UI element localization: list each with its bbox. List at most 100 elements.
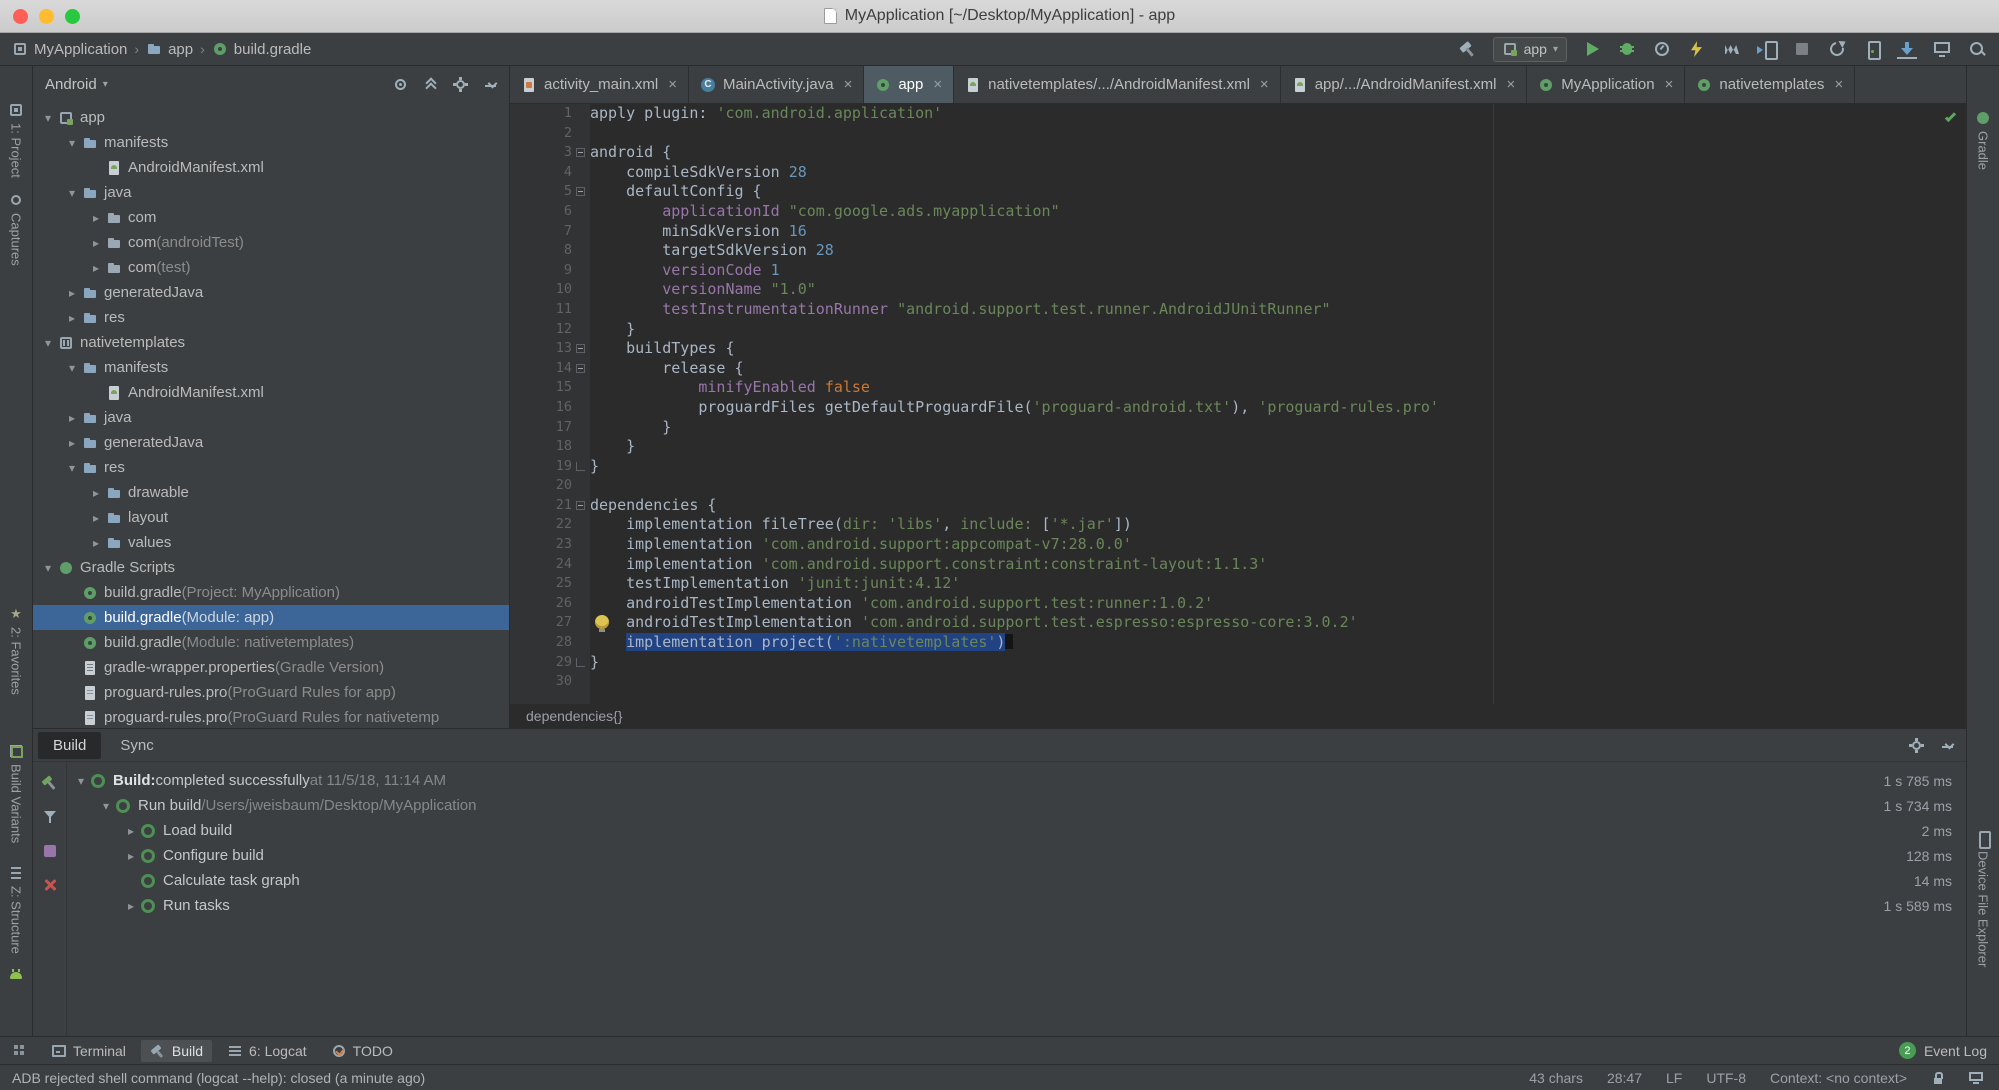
tree-item-drawable[interactable]: ▸ drawable bbox=[33, 480, 509, 505]
code-line[interactable]: 23 implementation 'com.android.support:a… bbox=[510, 535, 1966, 555]
code-line[interactable]: 18 } bbox=[510, 437, 1966, 457]
tree-item-generatedjava[interactable]: ▸ generatedJava bbox=[33, 280, 509, 305]
gear-icon[interactable] bbox=[452, 76, 469, 93]
code-line[interactable]: 5 defaultConfig { bbox=[510, 182, 1966, 202]
breadcrumb-item-myapplication[interactable]: MyApplication bbox=[12, 41, 127, 58]
instant-run-icon[interactable] bbox=[1687, 39, 1707, 59]
minimize-window-button[interactable] bbox=[39, 8, 54, 24]
tree-item-res[interactable]: ▾ res bbox=[33, 455, 509, 480]
tool-window-switcher-icon[interactable] bbox=[12, 1043, 28, 1059]
tree-chevron-icon[interactable]: ▾ bbox=[63, 186, 81, 200]
build-chevron-icon[interactable]: ▾ bbox=[96, 799, 116, 813]
line-separator[interactable]: LF bbox=[1666, 1070, 1682, 1086]
event-log-button[interactable]: 2 Event Log bbox=[1898, 1042, 1987, 1059]
tree-chevron-icon[interactable]: ▸ bbox=[87, 536, 105, 550]
tree-chevron-icon[interactable]: ▸ bbox=[63, 436, 81, 450]
tree-chevron-icon[interactable]: ▸ bbox=[63, 411, 81, 425]
code-line[interactable]: 1 apply plugin: 'com.android.application' bbox=[510, 104, 1966, 124]
tree-item-generatedjava[interactable]: ▸ generatedJava bbox=[33, 430, 509, 455]
tree-item-java[interactable]: ▾ java bbox=[33, 180, 509, 205]
tree-item-app[interactable]: ▾ app bbox=[33, 105, 509, 130]
sync-gradle-icon[interactable] bbox=[1827, 39, 1847, 59]
tree-item-build-gradle-module-nativetemplates[interactable]: build.gradle (Module: nativetemplates) bbox=[33, 630, 509, 655]
tree-item-proguard-rules-pro-proguard-rules-for-nativetemp[interactable]: proguard-rules.pro (ProGuard Rules for n… bbox=[33, 705, 509, 728]
rerun-build-icon[interactable] bbox=[41, 774, 59, 792]
build-row[interactable]: ▸ Load build 2 ms bbox=[71, 818, 1952, 843]
tree-item-androidmanifest-xml[interactable]: AndroidManifest.xml bbox=[33, 155, 509, 180]
build-chevron-icon[interactable]: ▸ bbox=[121, 899, 141, 913]
context-indicator[interactable]: Context: <no context> bbox=[1770, 1070, 1907, 1086]
code-line[interactable]: 26 androidTestImplementation 'com.androi… bbox=[510, 594, 1966, 614]
code-line[interactable]: 21 dependencies { bbox=[510, 496, 1966, 516]
build-chevron-icon[interactable]: ▸ bbox=[121, 824, 141, 838]
status-message[interactable]: ADB rejected shell command (logcat --hel… bbox=[12, 1070, 425, 1086]
run-icon[interactable] bbox=[1582, 39, 1602, 59]
tool-window-button-build[interactable]: Build bbox=[140, 1039, 213, 1062]
tree-chevron-icon[interactable]: ▸ bbox=[63, 286, 81, 300]
close-window-button[interactable] bbox=[13, 8, 28, 24]
build-row[interactable]: ▸ Configure build 128 ms bbox=[71, 843, 1952, 868]
tree-item-com[interactable]: ▸ com bbox=[33, 205, 509, 230]
selection-info[interactable]: 43 chars bbox=[1529, 1070, 1583, 1086]
tree-chevron-icon[interactable]: ▸ bbox=[87, 261, 105, 275]
code-line[interactable]: 22 implementation fileTree(dir: 'libs', … bbox=[510, 515, 1966, 535]
tab-mainactivity-java[interactable]: MainActivity.java × bbox=[689, 66, 865, 103]
code-line[interactable]: 9 versionCode 1 bbox=[510, 261, 1966, 281]
code-line[interactable]: 13 buildTypes { bbox=[510, 339, 1966, 359]
tool-button-build-variants[interactable]: Build Variants bbox=[8, 743, 24, 843]
tree-item-build-gradle-module-app[interactable]: build.gradle (Module: app) bbox=[33, 605, 509, 630]
caret-position[interactable]: 28:47 bbox=[1607, 1070, 1642, 1086]
run-configuration-selector[interactable]: app ▾ bbox=[1492, 36, 1567, 62]
build-chevron-icon[interactable]: ▾ bbox=[71, 774, 91, 788]
tree-item-layout[interactable]: ▸ layout bbox=[33, 505, 509, 530]
options-icon[interactable] bbox=[41, 842, 59, 860]
avd-manager-icon[interactable] bbox=[1862, 39, 1882, 60]
fold-marker-icon[interactable] bbox=[576, 363, 585, 373]
filter-icon[interactable] bbox=[41, 808, 59, 826]
tree-chevron-icon[interactable]: ▸ bbox=[87, 511, 105, 525]
code-line[interactable]: 6 applicationId "com.google.ads.myapplic… bbox=[510, 202, 1966, 222]
tree-item-gradle-scripts[interactable]: ▾ Gradle Scripts bbox=[33, 555, 509, 580]
lock-icon[interactable] bbox=[1931, 1071, 1945, 1085]
profiler-icon[interactable] bbox=[1722, 39, 1742, 59]
tree-item-proguard-rules-pro-proguard-rules-for-app[interactable]: proguard-rules.pro (ProGuard Rules for a… bbox=[33, 680, 509, 705]
close-tab-icon[interactable]: × bbox=[1260, 76, 1269, 93]
tool-button-android[interactable] bbox=[8, 966, 24, 982]
debug-icon[interactable] bbox=[1617, 39, 1637, 59]
tree-chevron-icon[interactable]: ▸ bbox=[87, 211, 105, 225]
build-row[interactable]: ▾ Build: completed successfully at 11/5/1… bbox=[71, 768, 1952, 793]
tab-app-androidmanifest-xml[interactable]: app/.../AndroidManifest.xml × bbox=[1281, 66, 1528, 103]
code-line[interactable]: 17 } bbox=[510, 418, 1966, 438]
code-line[interactable]: 11 testInstrumentationRunner "android.su… bbox=[510, 300, 1966, 320]
close-tab-icon[interactable]: × bbox=[1665, 76, 1674, 93]
attach-debugger-icon[interactable] bbox=[1757, 39, 1778, 60]
search-icon[interactable] bbox=[1967, 39, 1987, 59]
tree-item-com-androidtest[interactable]: ▸ com (androidTest) bbox=[33, 230, 509, 255]
code-line[interactable]: 24 implementation 'com.android.support.c… bbox=[510, 555, 1966, 575]
close-icon[interactable] bbox=[41, 876, 59, 894]
tool-window-button-6-logcat[interactable]: 6: Logcat bbox=[218, 1040, 316, 1062]
hide-icon[interactable] bbox=[482, 76, 499, 93]
fold-marker-icon[interactable] bbox=[576, 461, 585, 471]
tree-item-manifests[interactable]: ▾ manifests bbox=[33, 355, 509, 380]
tree-chevron-icon[interactable]: ▾ bbox=[63, 361, 81, 375]
code-line[interactable]: 30 bbox=[510, 672, 1966, 692]
tool-button-z-structure[interactable]: Z: Structure bbox=[8, 865, 24, 954]
code-line[interactable]: 14 release { bbox=[510, 359, 1966, 379]
tree-chevron-icon[interactable]: ▸ bbox=[87, 236, 105, 250]
tab-activity-main-xml[interactable]: activity_main.xml × bbox=[510, 66, 689, 103]
build-hammer-icon[interactable] bbox=[1458, 39, 1478, 59]
tab-app[interactable]: app × bbox=[864, 66, 955, 103]
tool-button-gradle[interactable]: Gradle bbox=[1975, 110, 1991, 170]
editor-breadcrumb[interactable]: dependencies{} bbox=[510, 704, 1966, 728]
build-chevron-icon[interactable]: ▸ bbox=[121, 849, 141, 863]
tool-button-captures[interactable]: Captures bbox=[8, 192, 24, 266]
project-view-selector[interactable]: Android ▾ bbox=[45, 76, 108, 93]
locate-icon[interactable] bbox=[392, 76, 409, 93]
tab-myapplication[interactable]: MyApplication × bbox=[1527, 66, 1686, 103]
code-line[interactable]: 10 versionName "1.0" bbox=[510, 280, 1966, 300]
inspections-profile-icon[interactable] bbox=[1969, 1071, 1983, 1085]
code-line[interactable]: 12 } bbox=[510, 320, 1966, 340]
build-panel-tab-build[interactable]: Build bbox=[38, 731, 102, 759]
tab-nativetemplates[interactable]: nativetemplates × bbox=[1685, 66, 1856, 103]
